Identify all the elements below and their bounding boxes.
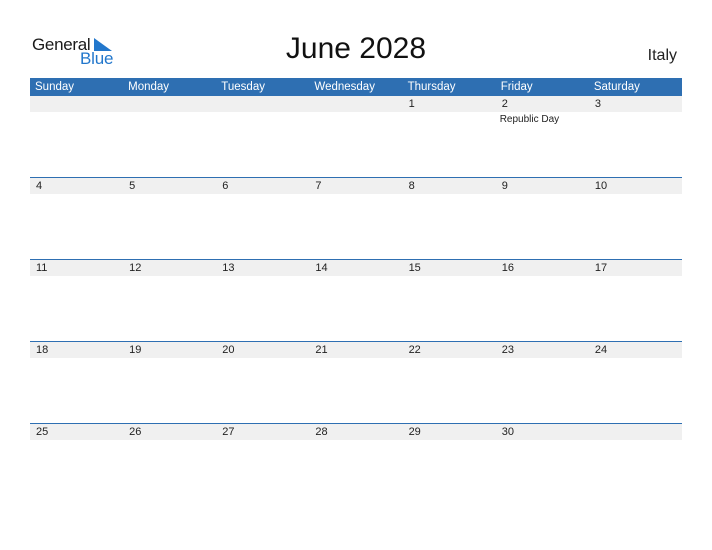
- day-cell: 1: [408, 98, 415, 110]
- event-cell: [216, 112, 309, 125]
- event-cell: [30, 112, 123, 125]
- day-cell: 17: [594, 262, 608, 274]
- weekday-tuesday: Tuesday: [221, 81, 265, 93]
- weekday-sunday: Sunday: [35, 81, 75, 93]
- event-row: Republic Day: [30, 112, 682, 125]
- day-cell: 25: [36, 426, 49, 438]
- day-number-row: 25 26 27 28 29 30: [30, 424, 682, 440]
- day-cell: 21: [315, 344, 328, 356]
- day-number-row: 1 2 3: [30, 96, 682, 112]
- day-cell: 14: [315, 262, 328, 274]
- weekday-saturday: Saturday: [593, 81, 640, 93]
- day-cell: 11: [36, 262, 48, 274]
- country-label: Italy: [647, 47, 677, 64]
- day-cell: [30, 96, 123, 112]
- day-cell: 6: [222, 180, 229, 192]
- calendar-grid: Sunday Monday Tuesday Wednesday Thursday…: [30, 78, 682, 505]
- day-cell: [216, 96, 309, 112]
- day-cell: 23: [501, 344, 514, 356]
- day-cell: [123, 96, 216, 112]
- weekday-wednesday: Wednesday: [314, 81, 375, 93]
- day-cell: 13: [222, 262, 235, 274]
- day-number-row: 18 19 20 21 22 23 24: [30, 342, 682, 358]
- day-cell: [309, 96, 402, 112]
- day-cell: 24: [594, 344, 608, 356]
- week-row-2: 4 5 6 7 8 9 10: [30, 177, 682, 259]
- day-cell: 16: [501, 262, 514, 274]
- day-cell: 8: [408, 180, 415, 192]
- day-cell: 28: [315, 426, 328, 438]
- day-cell: 3: [594, 98, 601, 110]
- day-cell: 12: [129, 262, 142, 274]
- day-cell: 5: [129, 180, 136, 192]
- weekday-friday: Friday: [500, 81, 533, 93]
- weekday-header: Sunday Monday Tuesday Wednesday Thursday…: [30, 78, 682, 96]
- day-cell: 29: [408, 426, 421, 438]
- week-row-4: 18 19 20 21 22 23 24: [30, 341, 682, 423]
- day-cell: 2: [501, 98, 508, 110]
- week-row-3: 11 12 13 14 15 16 17: [30, 259, 682, 341]
- week-row-5: 25 26 27 28 29 30: [30, 423, 682, 505]
- day-cell: 27: [222, 426, 235, 438]
- week-row-1: 1 2 3 Republic Day: [30, 96, 682, 177]
- calendar-title: June 2028: [285, 32, 427, 65]
- day-cell: 26: [129, 426, 142, 438]
- day-number-row: 4 5 6 7 8 9 10: [30, 178, 682, 194]
- event-cell: [589, 112, 682, 125]
- day-cell: [589, 424, 682, 440]
- event-cell: [309, 112, 402, 125]
- day-cell: 4: [36, 180, 43, 192]
- day-number-row: 11 12 13 14 15 16 17: [30, 260, 682, 276]
- event-cell: [123, 112, 216, 125]
- day-cell: 10: [594, 180, 608, 192]
- day-cell: 9: [501, 180, 508, 192]
- day-cell: 15: [408, 262, 421, 274]
- day-cell: 7: [315, 180, 322, 192]
- event-cell: [403, 112, 496, 125]
- day-cell: 20: [222, 344, 235, 356]
- day-cell: 22: [408, 344, 421, 356]
- holiday-label: Republic Day: [499, 114, 560, 125]
- weekday-monday: Monday: [128, 81, 170, 93]
- day-cell: 19: [129, 344, 142, 356]
- weekday-thursday: Thursday: [407, 81, 456, 93]
- day-cell: 30: [501, 426, 514, 438]
- day-cell: 18: [36, 344, 49, 356]
